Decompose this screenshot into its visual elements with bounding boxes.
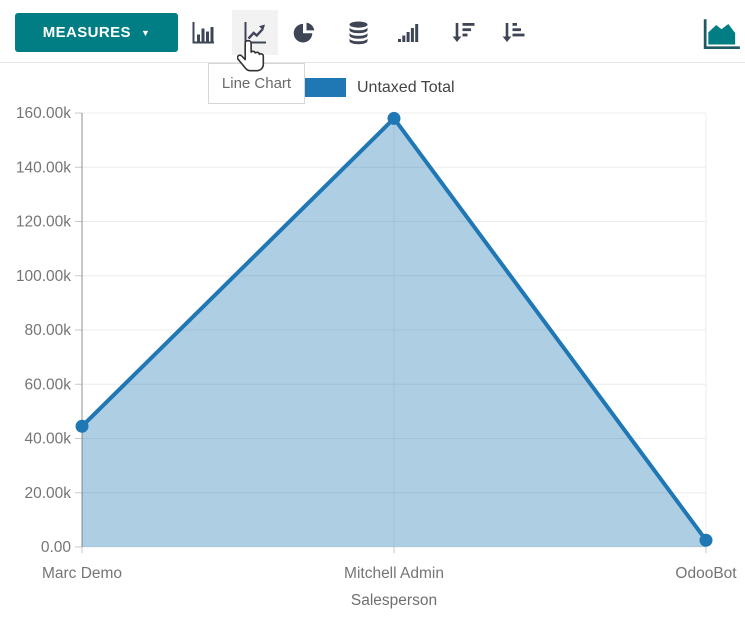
svg-text:120.00k: 120.00k	[16, 214, 71, 231]
area-chart-icon	[702, 17, 742, 51]
graph-toolbar: MEASURES ▼	[0, 0, 745, 63]
pie-chart-icon	[291, 19, 318, 46]
line-chart-tooltip: Line Chart	[208, 63, 305, 104]
cumulative-button[interactable]	[385, 10, 431, 55]
tooltip-label: Line Chart	[222, 75, 291, 92]
graph-view-switcher-button[interactable]	[700, 14, 744, 54]
svg-text:20.00k: 20.00k	[24, 485, 71, 502]
measures-button-label: MEASURES	[43, 24, 131, 41]
legend-label: Untaxed Total	[357, 79, 455, 97]
bar-chart-icon	[190, 19, 217, 46]
line-chart-icon	[242, 19, 269, 46]
svg-text:Salesperson: Salesperson	[351, 592, 437, 609]
legend-item-untaxed-total[interactable]: Untaxed Total	[303, 78, 455, 97]
svg-text:160.00k: 160.00k	[16, 105, 71, 122]
caret-down-icon: ▼	[141, 27, 150, 38]
stacked-button[interactable]	[335, 10, 381, 55]
svg-text:OdooBot: OdooBot	[675, 565, 737, 582]
svg-text:Mitchell Admin: Mitchell Admin	[344, 565, 444, 582]
svg-text:60.00k: 60.00k	[24, 376, 71, 393]
line-chart-button[interactable]	[232, 10, 278, 55]
sort-descending-button[interactable]	[440, 10, 486, 55]
svg-text:140.00k: 140.00k	[16, 159, 71, 176]
svg-text:100.00k: 100.00k	[16, 268, 71, 285]
ascending-bars-icon	[395, 19, 422, 46]
sort-ascending-button[interactable]	[490, 10, 536, 55]
svg-text:40.00k: 40.00k	[24, 431, 71, 448]
pie-chart-button[interactable]	[281, 10, 327, 55]
svg-text:Marc Demo: Marc Demo	[42, 565, 122, 582]
measures-button[interactable]: MEASURES ▼	[15, 13, 178, 52]
svg-text:0.00: 0.00	[41, 539, 72, 556]
legend-swatch	[303, 78, 346, 97]
svg-text:80.00k: 80.00k	[24, 322, 71, 339]
bar-chart-button[interactable]	[180, 10, 226, 55]
database-stack-icon	[345, 19, 372, 46]
sort-amount-asc-icon	[500, 19, 527, 46]
sort-amount-desc-icon	[450, 19, 477, 46]
